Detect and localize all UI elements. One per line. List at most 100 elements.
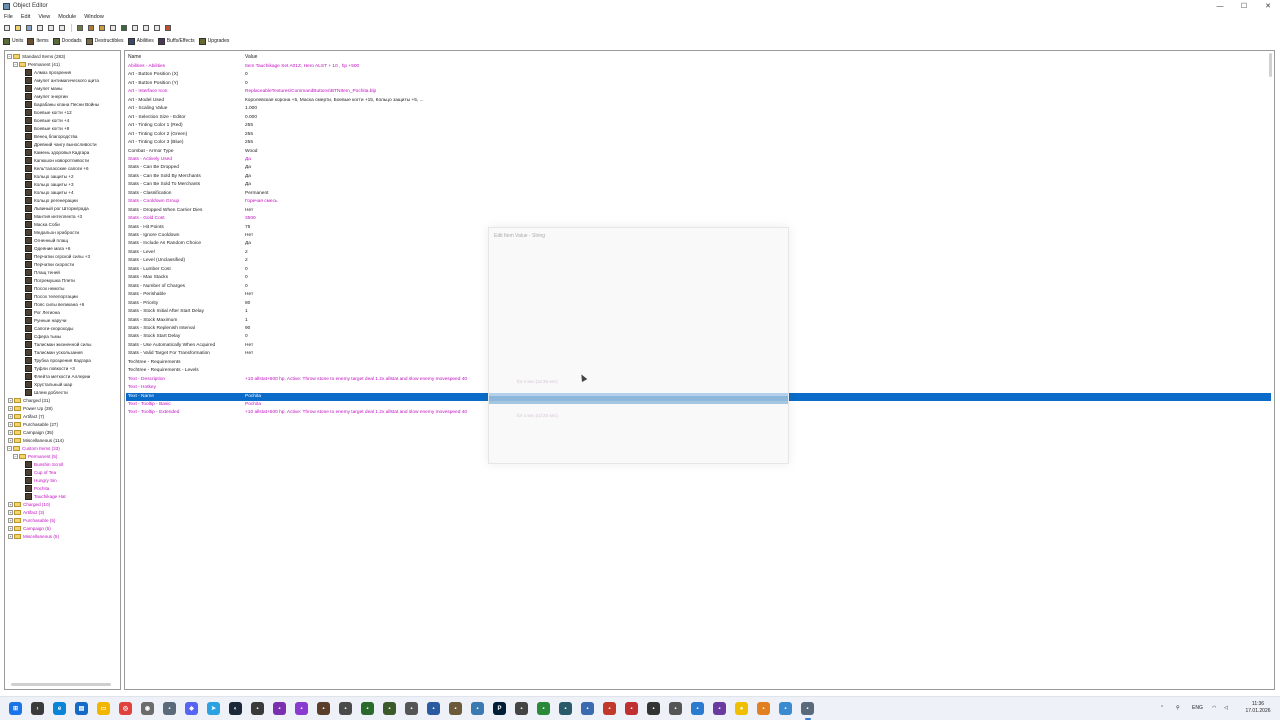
chrome-icon[interactable]: ◎ bbox=[119, 702, 132, 715]
tab-doodads[interactable]: Doodads bbox=[52, 37, 82, 45]
tree-item[interactable]: Посох телепортации bbox=[25, 292, 78, 300]
minimize-button[interactable]: — bbox=[1208, 0, 1232, 12]
collapse-icon[interactable]: − bbox=[7, 445, 12, 451]
tree-item[interactable]: Пояс силы великана +6 bbox=[25, 300, 84, 308]
property-row[interactable]: Abilities - Abilities Item Tauchikage Set… bbox=[126, 63, 1271, 71]
property-row[interactable]: Art - Tinting Color 3 (Blue) 255 bbox=[126, 139, 1271, 147]
property-row[interactable]: Art - Tinting Color 1 (Red) 255 bbox=[126, 122, 1271, 130]
telegram-icon[interactable]: ➤ bbox=[207, 702, 220, 715]
tree-group[interactable]: + Artifact (3) bbox=[8, 508, 44, 516]
tree-item[interactable]: Хрустальный шар bbox=[25, 380, 72, 388]
tree-item[interactable]: Кольцо защиты +2 bbox=[25, 172, 74, 180]
app-icon-20[interactable]: ▪ bbox=[647, 702, 660, 715]
unit-editor-icon[interactable] bbox=[86, 24, 95, 33]
app-icon-6[interactable]: ▪ bbox=[317, 702, 330, 715]
object-editor-icon[interactable] bbox=[119, 24, 128, 33]
tray-chevron-icon[interactable]: ⌃ bbox=[1160, 705, 1164, 711]
tree-group-custom-permanent[interactable]: − Permanent (5) bbox=[13, 452, 57, 460]
tab-items[interactable]: Items bbox=[27, 37, 49, 45]
tree-item[interactable]: Боевые когти +4 bbox=[25, 116, 69, 124]
tree-group[interactable]: + Miscellaneous (114) bbox=[8, 436, 64, 444]
app-icon-7[interactable]: ▪ bbox=[339, 702, 352, 715]
tree-item[interactable]: Мантия интеллекта +3 bbox=[25, 212, 82, 220]
menu-edit[interactable]: Edit bbox=[17, 14, 34, 20]
tree-item[interactable]: Венец благородства bbox=[25, 132, 77, 140]
property-row[interactable]: Stats - Cooldown Group Горечая смесь bbox=[126, 198, 1271, 206]
tree-item[interactable]: Одеяние мага +6 bbox=[25, 244, 71, 252]
open-icon[interactable] bbox=[13, 24, 22, 33]
world-editor-taskbar-icon[interactable]: ▪ bbox=[801, 702, 814, 715]
ai-editor-icon[interactable] bbox=[141, 24, 150, 33]
app-icon-5[interactable]: ▪ bbox=[295, 702, 308, 715]
property-row[interactable]: Art - Tinting Color 2 (Green) 255 bbox=[126, 131, 1271, 139]
expand-icon[interactable]: + bbox=[8, 421, 13, 427]
tree-item[interactable]: Трубка прозрения Кадгара bbox=[25, 356, 91, 364]
tree-item[interactable]: Плащ теней bbox=[25, 268, 60, 276]
column-header-value[interactable]: Value bbox=[245, 54, 257, 60]
language-indicator[interactable]: ENG bbox=[1192, 705, 1203, 711]
collapse-icon[interactable]: − bbox=[13, 61, 18, 67]
expand-icon[interactable]: + bbox=[8, 525, 13, 531]
copy-icon[interactable] bbox=[46, 24, 55, 33]
clock[interactable]: 11:36 17.01.2026 bbox=[1238, 701, 1278, 715]
tree-group[interactable]: + Charged (31) bbox=[8, 396, 50, 404]
discord-icon[interactable]: ◆ bbox=[185, 702, 198, 715]
cut-icon[interactable] bbox=[35, 24, 44, 33]
steam-icon[interactable]: ◐ bbox=[229, 702, 242, 715]
tree-item[interactable]: Hungry Sin bbox=[25, 476, 57, 484]
tree-item[interactable]: Посох немоты bbox=[25, 284, 64, 292]
tree-item[interactable]: Туфли ловкости +3 bbox=[25, 364, 75, 372]
tab-upgrades[interactable]: Upgrades bbox=[198, 37, 229, 45]
property-row[interactable]: Stats - Classification Permanent bbox=[126, 190, 1271, 198]
collapse-icon[interactable]: − bbox=[13, 453, 18, 459]
app-icon-21[interactable]: ▪ bbox=[669, 702, 682, 715]
app-icon-13[interactable]: ▪ bbox=[471, 702, 484, 715]
tab-abilities[interactable]: Abilities bbox=[127, 37, 154, 45]
new-icon[interactable] bbox=[2, 24, 11, 33]
tree-group[interactable]: + Power Up (28) bbox=[8, 404, 53, 412]
tree-item[interactable]: Сфера тьмы bbox=[25, 332, 61, 340]
app-icon-23[interactable]: ▪ bbox=[713, 702, 726, 715]
app-icon-18[interactable]: ▪ bbox=[603, 702, 616, 715]
app-icon-17[interactable]: ▪ bbox=[581, 702, 594, 715]
property-row[interactable]: Art - Scaling Value 1.000 bbox=[126, 105, 1271, 113]
paste-icon[interactable] bbox=[57, 24, 66, 33]
tree-item[interactable]: Pochita bbox=[25, 484, 49, 492]
tree-item[interactable]: Огненный плащ bbox=[25, 236, 68, 244]
file-explorer-icon[interactable]: ▭ bbox=[97, 702, 110, 715]
menu-file[interactable]: File bbox=[0, 14, 17, 20]
property-row[interactable]: Stats - Can Be Sold By Merchants Да bbox=[126, 173, 1271, 181]
property-row[interactable]: Stats - Actively Used Да bbox=[126, 156, 1271, 164]
tree-item[interactable]: Перчатки огрской силы +3 bbox=[25, 252, 90, 260]
property-row[interactable]: Art - Button Position (X) 0 bbox=[126, 71, 1271, 79]
sound-editor-icon[interactable] bbox=[108, 24, 117, 33]
expand-icon[interactable]: + bbox=[8, 517, 13, 523]
tab-buffs-effects[interactable]: Buffs/Effects bbox=[157, 37, 195, 45]
tree-group[interactable]: + Campaign (5) bbox=[8, 524, 51, 532]
tree-root-standard[interactable]: − Standard Items (283) bbox=[7, 52, 65, 60]
tree-item[interactable]: Боевые когти +12 bbox=[25, 108, 72, 116]
property-row[interactable]: Art - Button Position (Y) 0 bbox=[126, 80, 1271, 88]
volume-icon[interactable]: ◁ bbox=[1224, 705, 1228, 711]
expand-icon[interactable]: + bbox=[8, 413, 13, 419]
app-icon-25[interactable]: ▪ bbox=[757, 702, 770, 715]
property-row[interactable]: Stats - Gold Cost 3500 bbox=[126, 215, 1271, 223]
app-icon-14[interactable]: ▪ bbox=[515, 702, 528, 715]
tree-item[interactable]: Капюшон изворотливости bbox=[25, 156, 89, 164]
expand-icon[interactable]: + bbox=[8, 397, 13, 403]
store-icon[interactable]: ▤ bbox=[75, 702, 88, 715]
property-row[interactable]: Combat - Armor Type Wood bbox=[126, 148, 1271, 156]
tree-item[interactable]: Кольцо защиты +3 bbox=[25, 180, 74, 188]
tree-item[interactable]: Алмаз прозрения bbox=[25, 68, 71, 76]
tree-item[interactable]: Рунные наручи bbox=[25, 316, 66, 324]
app-icon-12[interactable]: ▪ bbox=[449, 702, 462, 715]
tree-item[interactable]: Амулет энергии bbox=[25, 92, 68, 100]
app-icon-24[interactable]: ● bbox=[735, 702, 748, 715]
photoshop-icon[interactable]: P bbox=[493, 702, 506, 715]
app-icon-9[interactable]: ▪ bbox=[383, 702, 396, 715]
start-icon[interactable]: ⊞ bbox=[9, 702, 22, 715]
expand-icon[interactable]: + bbox=[8, 501, 13, 507]
property-row[interactable]: Art - Interface Icon ReplaceableTextures\… bbox=[126, 88, 1271, 96]
maximize-button[interactable]: ☐ bbox=[1232, 0, 1256, 12]
tree-group[interactable]: + Purchasable (5) bbox=[8, 516, 55, 524]
